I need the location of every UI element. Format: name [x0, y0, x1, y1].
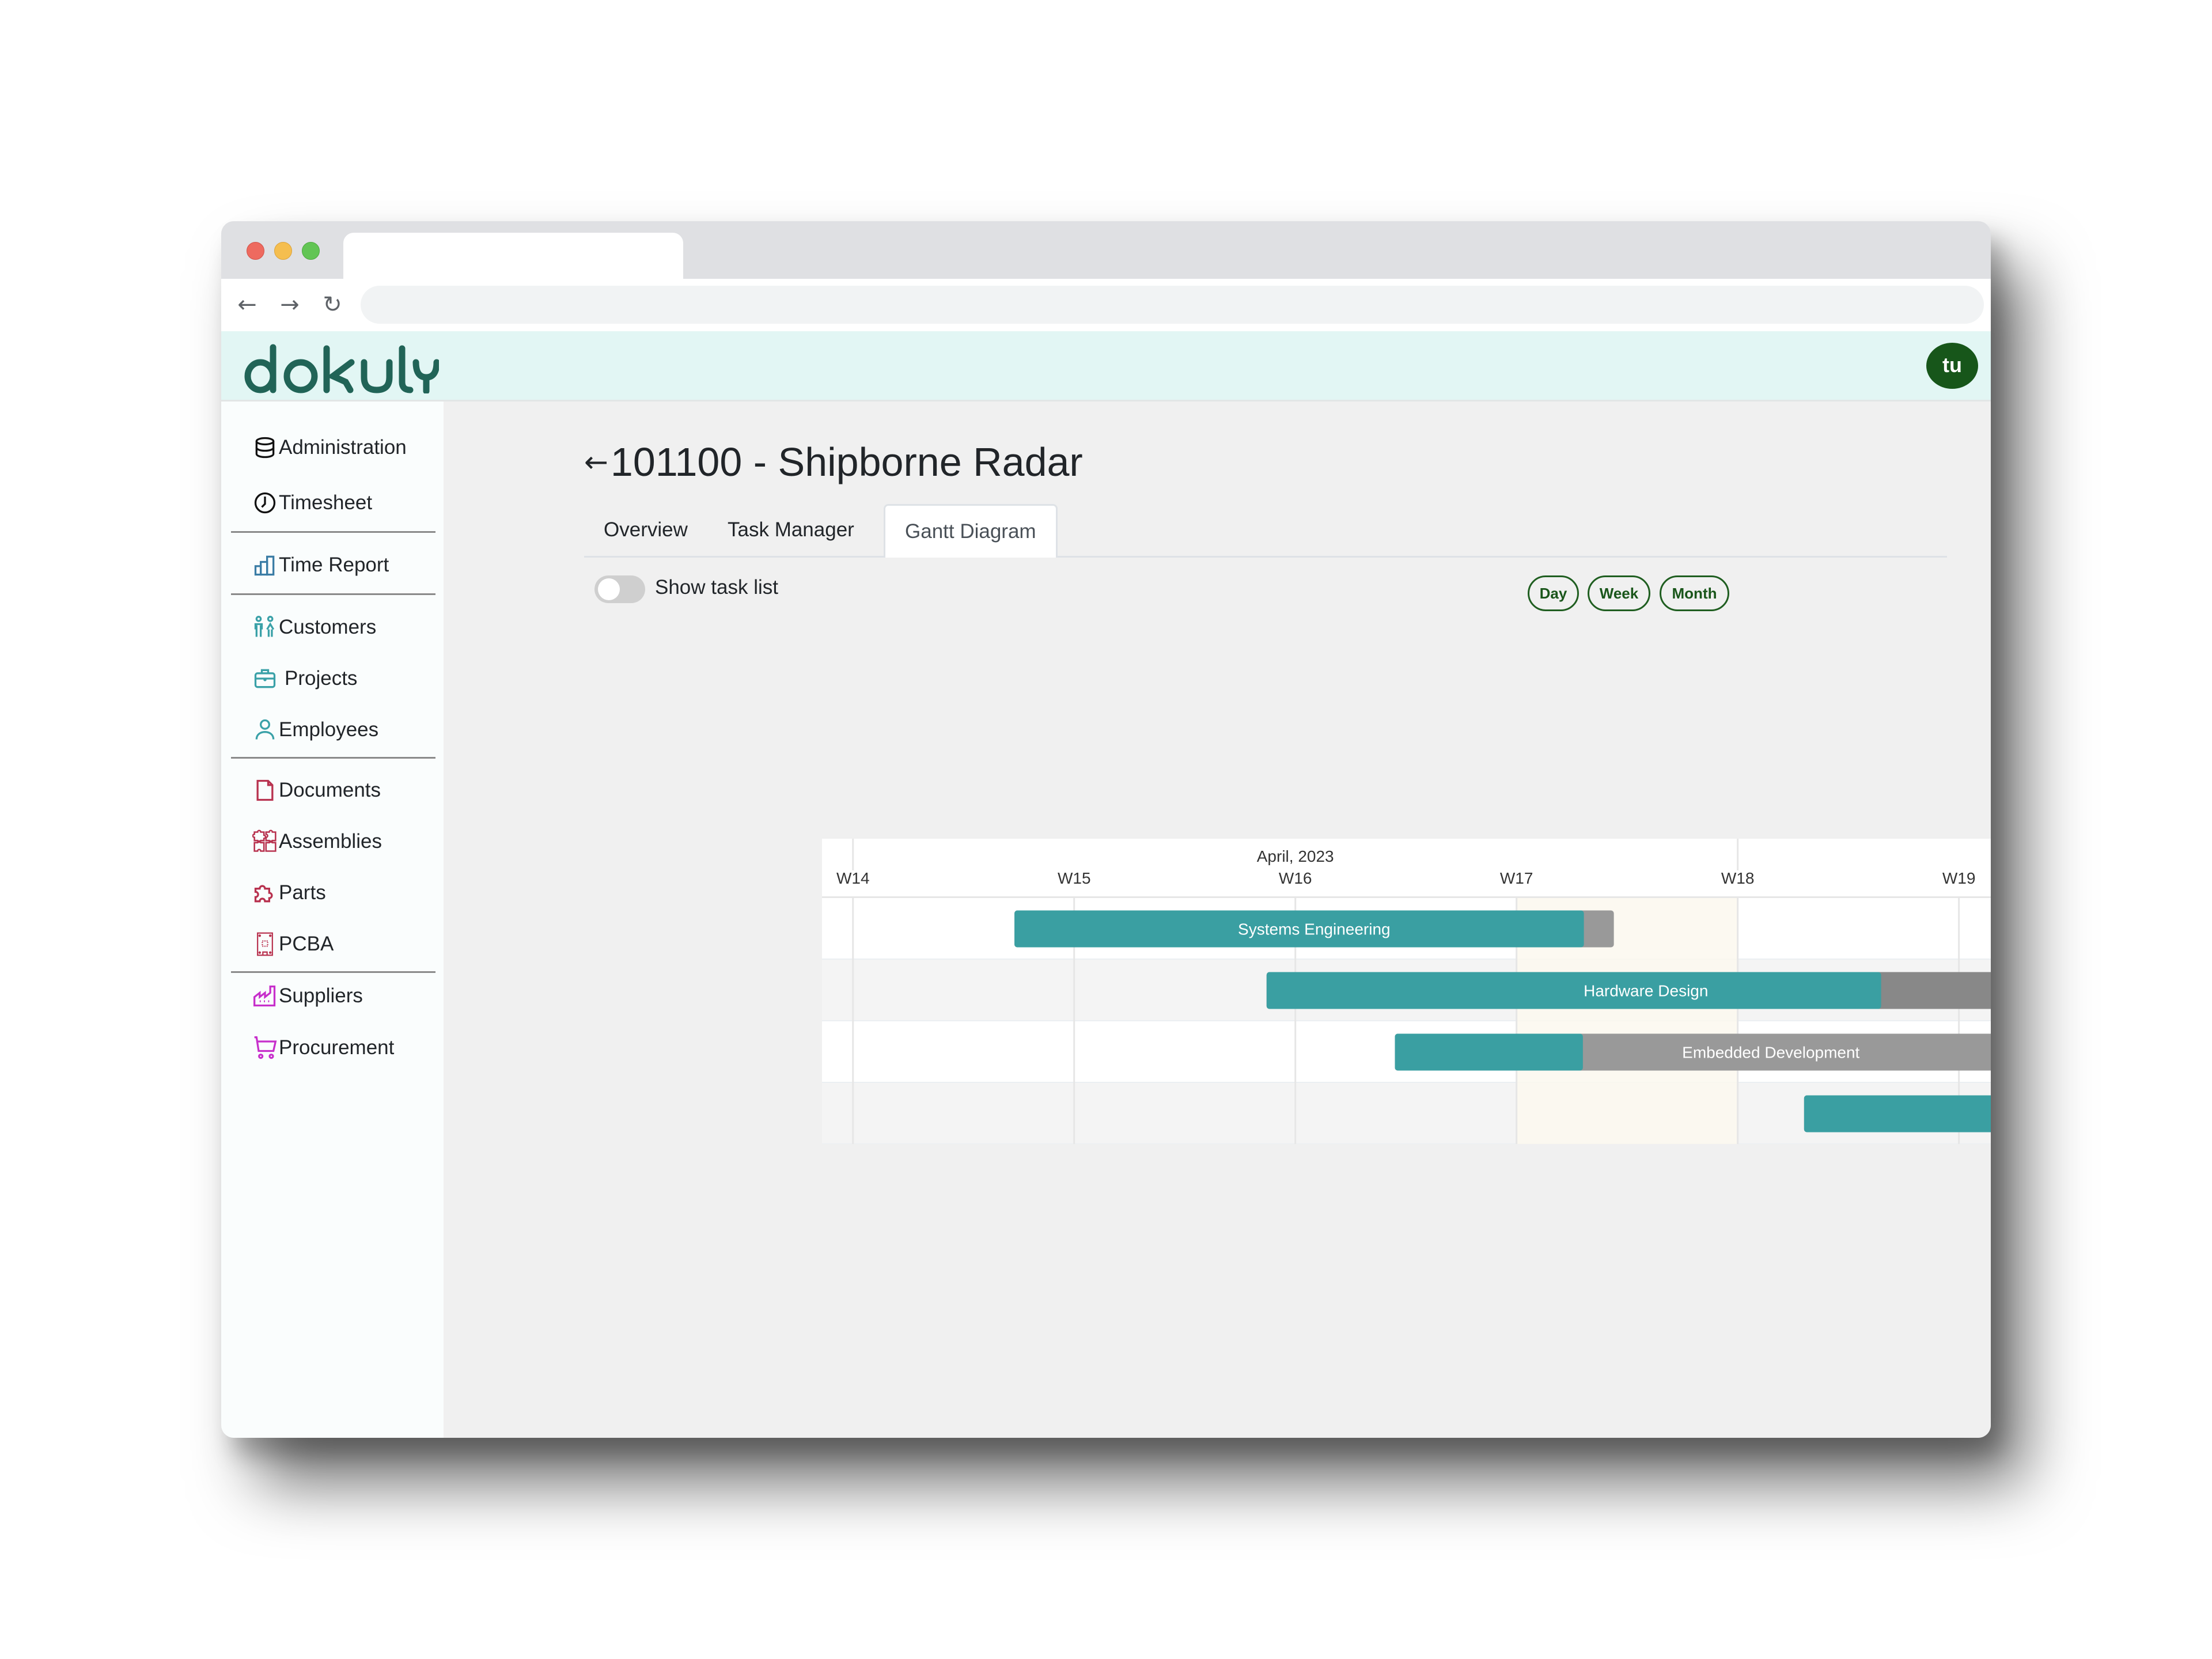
maximize-window-button[interactable] — [302, 242, 320, 260]
task-progress-bar[interactable] — [1395, 1033, 1583, 1071]
sidebar-divider — [231, 531, 435, 533]
close-window-button[interactable] — [247, 242, 264, 260]
arrow-left-icon[interactable]: ← — [233, 290, 262, 319]
document-icon — [256, 779, 274, 801]
week-tick-label: W14 — [836, 869, 870, 887]
sidebar-item-label: Administration — [279, 436, 407, 459]
gantt-task-bar[interactable] — [1804, 1095, 1991, 1132]
gantt-row-divider — [822, 1082, 1991, 1083]
week-tick-label: W17 — [1500, 869, 1533, 887]
browser-window: ← → ↻ tu Administration Timesheet Time R… — [221, 221, 1991, 1438]
user-avatar[interactable]: tu — [1926, 343, 1978, 389]
sidebar-item-label: PCBA — [279, 933, 334, 955]
sidebar-item-assemblies[interactable]: Assemblies — [252, 824, 382, 859]
week-tick-label: W16 — [1279, 869, 1312, 887]
clock-icon — [254, 492, 276, 514]
cart-icon — [254, 1036, 277, 1059]
sidebar-item-label: Assemblies — [279, 830, 382, 853]
sidebar-item-label: Parts — [279, 881, 326, 904]
task-progress-bar[interactable] — [1804, 1095, 1991, 1132]
url-input[interactable] — [361, 286, 1984, 324]
sidebar-item-pcba[interactable]: PCBA — [252, 927, 334, 961]
tab-gantt-diagram[interactable]: Gantt Diagram — [884, 504, 1058, 558]
circuit-board-icon — [257, 932, 273, 956]
gantt-task-bar[interactable]: Systems Engineering — [1014, 910, 1614, 948]
tab-task-manager[interactable]: Task Manager — [708, 504, 874, 556]
gantt-row-divider — [822, 1020, 1991, 1021]
show-task-list-label: Show task list — [655, 576, 778, 599]
sidebar-item-documents[interactable]: Documents — [252, 773, 381, 808]
sidebar-item-timesheet[interactable]: Timesheet — [252, 486, 372, 520]
sidebar-divider — [231, 757, 435, 759]
browser-tab[interactable] — [343, 233, 683, 279]
sidebar-item-label: Documents — [279, 779, 381, 801]
sidebar-item-procurement[interactable]: Procurement — [252, 1031, 394, 1065]
week-tick-label: W15 — [1058, 869, 1091, 887]
sidebar-divider — [231, 971, 435, 973]
sidebar-item-administration[interactable]: Administration — [252, 430, 407, 465]
gantt-row-divider — [822, 959, 1991, 960]
app-header: tu — [221, 331, 1991, 402]
sidebar-item-projects[interactable]: Projects — [252, 661, 357, 696]
reload-icon[interactable]: ↻ — [318, 290, 347, 319]
gantt-row-divider — [822, 1143, 1991, 1144]
task-label: Embedded Development — [1682, 1044, 1859, 1062]
puzzle-pieces-icon — [252, 830, 276, 852]
week-tick-label: W19 — [1942, 869, 1976, 887]
browser-tab-bar — [221, 221, 1991, 279]
view-day-button[interactable]: Day — [1528, 575, 1579, 611]
show-task-list-toggle[interactable] — [594, 575, 645, 603]
view-week-button[interactable]: Week — [1588, 575, 1650, 611]
puzzle-icon — [254, 885, 273, 903]
sidebar-item-label: Employees — [279, 718, 379, 741]
sidebar-item-time-report[interactable]: Time Report — [252, 548, 389, 582]
user-icon — [255, 719, 275, 740]
gantt-task-bar[interactable]: Embedded Development — [1395, 1033, 1991, 1071]
sidebar-item-label: Projects — [285, 667, 358, 690]
arrow-left-icon[interactable]: ← — [584, 445, 608, 479]
page-title: ← 101100 - Shipborne Radar — [584, 439, 1083, 485]
tab-overview[interactable]: Overview — [584, 504, 707, 556]
month-label: April, 2023 — [1257, 847, 1334, 865]
address-bar-row: ← → ↻ — [221, 279, 1991, 331]
sidebar-item-employees[interactable]: Employees — [252, 713, 378, 747]
arrow-right-icon[interactable]: → — [275, 290, 304, 319]
dokuly-logo[interactable] — [243, 342, 439, 393]
gantt-chart: W14 W15 W16 W17 W18 W19 April, 2023 Systems En… — [822, 839, 1991, 1144]
factory-icon — [253, 985, 276, 1007]
gantt-header-background — [822, 839, 1991, 898]
task-progress-bar[interactable] — [1266, 972, 1881, 1009]
sidebar-item-suppliers[interactable]: Suppliers — [252, 979, 363, 1013]
sidebar-item-parts[interactable]: Parts — [252, 876, 326, 910]
briefcase-icon — [254, 669, 276, 688]
people-icon — [254, 616, 275, 637]
sidebar-item-label: Customers — [279, 616, 377, 638]
bar-chart-icon — [254, 555, 275, 576]
task-label: Hardware Design — [1584, 982, 1708, 1000]
main-content: ← 101100 - Shipborne Radar Overview Task… — [444, 402, 1991, 1438]
project-title: 101100 - Shipborne Radar — [610, 440, 1083, 484]
view-month-button[interactable]: Month — [1660, 575, 1729, 611]
database-icon — [255, 437, 275, 459]
sidebar-item-customers[interactable]: Customers — [252, 610, 376, 645]
task-label: Systems Engineering — [1238, 921, 1391, 938]
sidebar-item-label: Procurement — [279, 1036, 395, 1059]
sidebar-item-label: Suppliers — [279, 984, 363, 1007]
gantt-task-bar[interactable]: Hardware Design — [1266, 972, 1991, 1009]
sidebar-divider — [231, 593, 435, 595]
sidebar-item-label: Timesheet — [279, 491, 373, 514]
week-tick-label: W18 — [1721, 869, 1755, 887]
sidebar: Administration Timesheet Time Report Cus… — [221, 402, 445, 1438]
project-tabs: Overview Task Manager Gantt Diagram — [584, 504, 1947, 558]
sidebar-item-label: Time Report — [279, 554, 389, 576]
minimize-window-button[interactable] — [274, 242, 292, 260]
toggle-knob — [598, 578, 620, 600]
